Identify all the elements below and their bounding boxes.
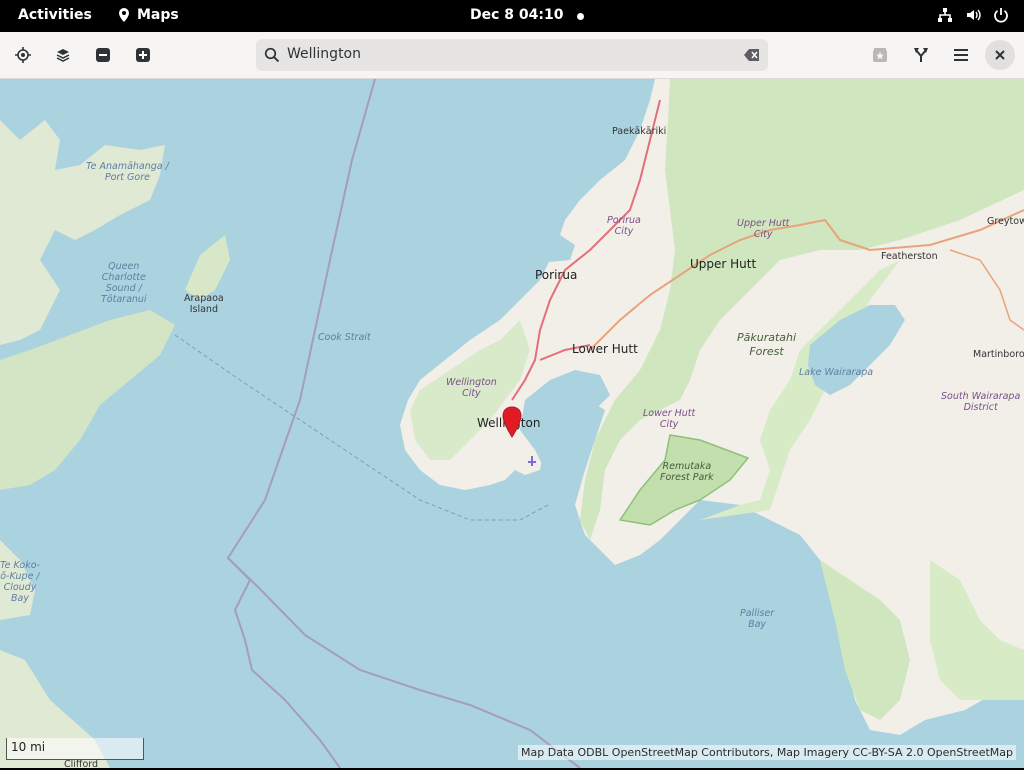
map-label-upper-hutt-city: Upper Hutt City [737, 218, 790, 240]
map-attribution: Map Data ODBL OpenStreetMap Contributors… [518, 745, 1016, 760]
favorites-button[interactable] [864, 39, 896, 71]
network-icon [937, 7, 953, 23]
map-label-wellington-city: Wellington City [446, 377, 497, 399]
top-bar: Activities Maps Dec 8 04:10 [0, 0, 1024, 32]
hamburger-icon [954, 49, 968, 61]
map-label-palliser: Palliser Bay [740, 608, 775, 630]
volume-icon [965, 7, 981, 23]
app-name: Maps [137, 7, 179, 23]
map-label-lower-hutt: Lower Hutt [572, 342, 638, 356]
location-marker-icon[interactable] [501, 406, 523, 438]
map-label-pakuratahi: Pākuratahi Forest [737, 331, 797, 358]
plus-icon [136, 48, 150, 62]
search-input[interactable]: Wellington [287, 46, 361, 62]
map-view[interactable]: Paekākāriki Porirua City Porirua Upper H… [0, 79, 1024, 770]
scale-bar: 10 mi [6, 738, 144, 760]
map-label-greytown: Greytow [987, 216, 1024, 227]
map-label-cook-strait: Cook Strait [318, 332, 371, 343]
map-label-te-anamahanga: Te Anamāhanga / Port Gore [86, 161, 169, 183]
minus-icon [96, 48, 110, 62]
map-label-lower-hutt-city: Lower Hutt City [643, 408, 696, 430]
map-label-paekakariki: Paekākāriki [612, 126, 667, 137]
map-label-featherston: Featherston [881, 251, 938, 262]
close-icon [995, 50, 1005, 60]
clear-search-icon[interactable] [744, 48, 760, 62]
map-pin-icon [119, 8, 129, 22]
map-label-martinborough: Martinboro [973, 349, 1024, 360]
layers-icon [56, 49, 70, 62]
star-box-icon [873, 48, 887, 62]
map-label-lake-wairarapa: Lake Wairarapa [799, 367, 874, 378]
map-label-porirua-city: Porirua City [607, 215, 641, 237]
search-icon [264, 47, 280, 63]
close-button[interactable] [985, 40, 1015, 70]
zoom-in-button[interactable] [127, 39, 159, 71]
map-label-te-koko: Te Koko- ō-Kupe / Cloudy Bay [0, 560, 40, 604]
locate-me-button[interactable] [7, 39, 39, 71]
power-icon [993, 7, 1009, 23]
search-field[interactable]: Wellington [256, 39, 768, 71]
main-menu-button[interactable] [945, 39, 977, 71]
route-button[interactable] [905, 39, 937, 71]
system-menu[interactable] [937, 7, 1009, 23]
clock[interactable]: Dec 8 04:10 [470, 7, 563, 23]
layers-button[interactable] [47, 39, 79, 71]
map-label-porirua: Porirua [535, 268, 578, 282]
map-label-clifford: Clifford [64, 759, 99, 770]
zoom-out-button[interactable] [87, 39, 119, 71]
header-bar: Wellington [0, 32, 1024, 79]
map-label-remutaka: Remutaka Forest Park [660, 461, 714, 483]
map-label-queen-charlotte: Queen Charlotte Sound / Tōtaranui [101, 261, 147, 305]
map-label-south-wairarapa: South Wairarapa District [941, 391, 1021, 413]
map-label-arapaoa: Arapaoa Island [184, 293, 224, 315]
route-icon [914, 48, 928, 62]
app-menu[interactable]: Maps [117, 7, 179, 23]
activities-button[interactable]: Activities [18, 7, 92, 23]
notification-dot [577, 13, 584, 20]
crosshair-icon [15, 47, 31, 63]
map-label-upper-hutt: Upper Hutt [690, 257, 757, 271]
